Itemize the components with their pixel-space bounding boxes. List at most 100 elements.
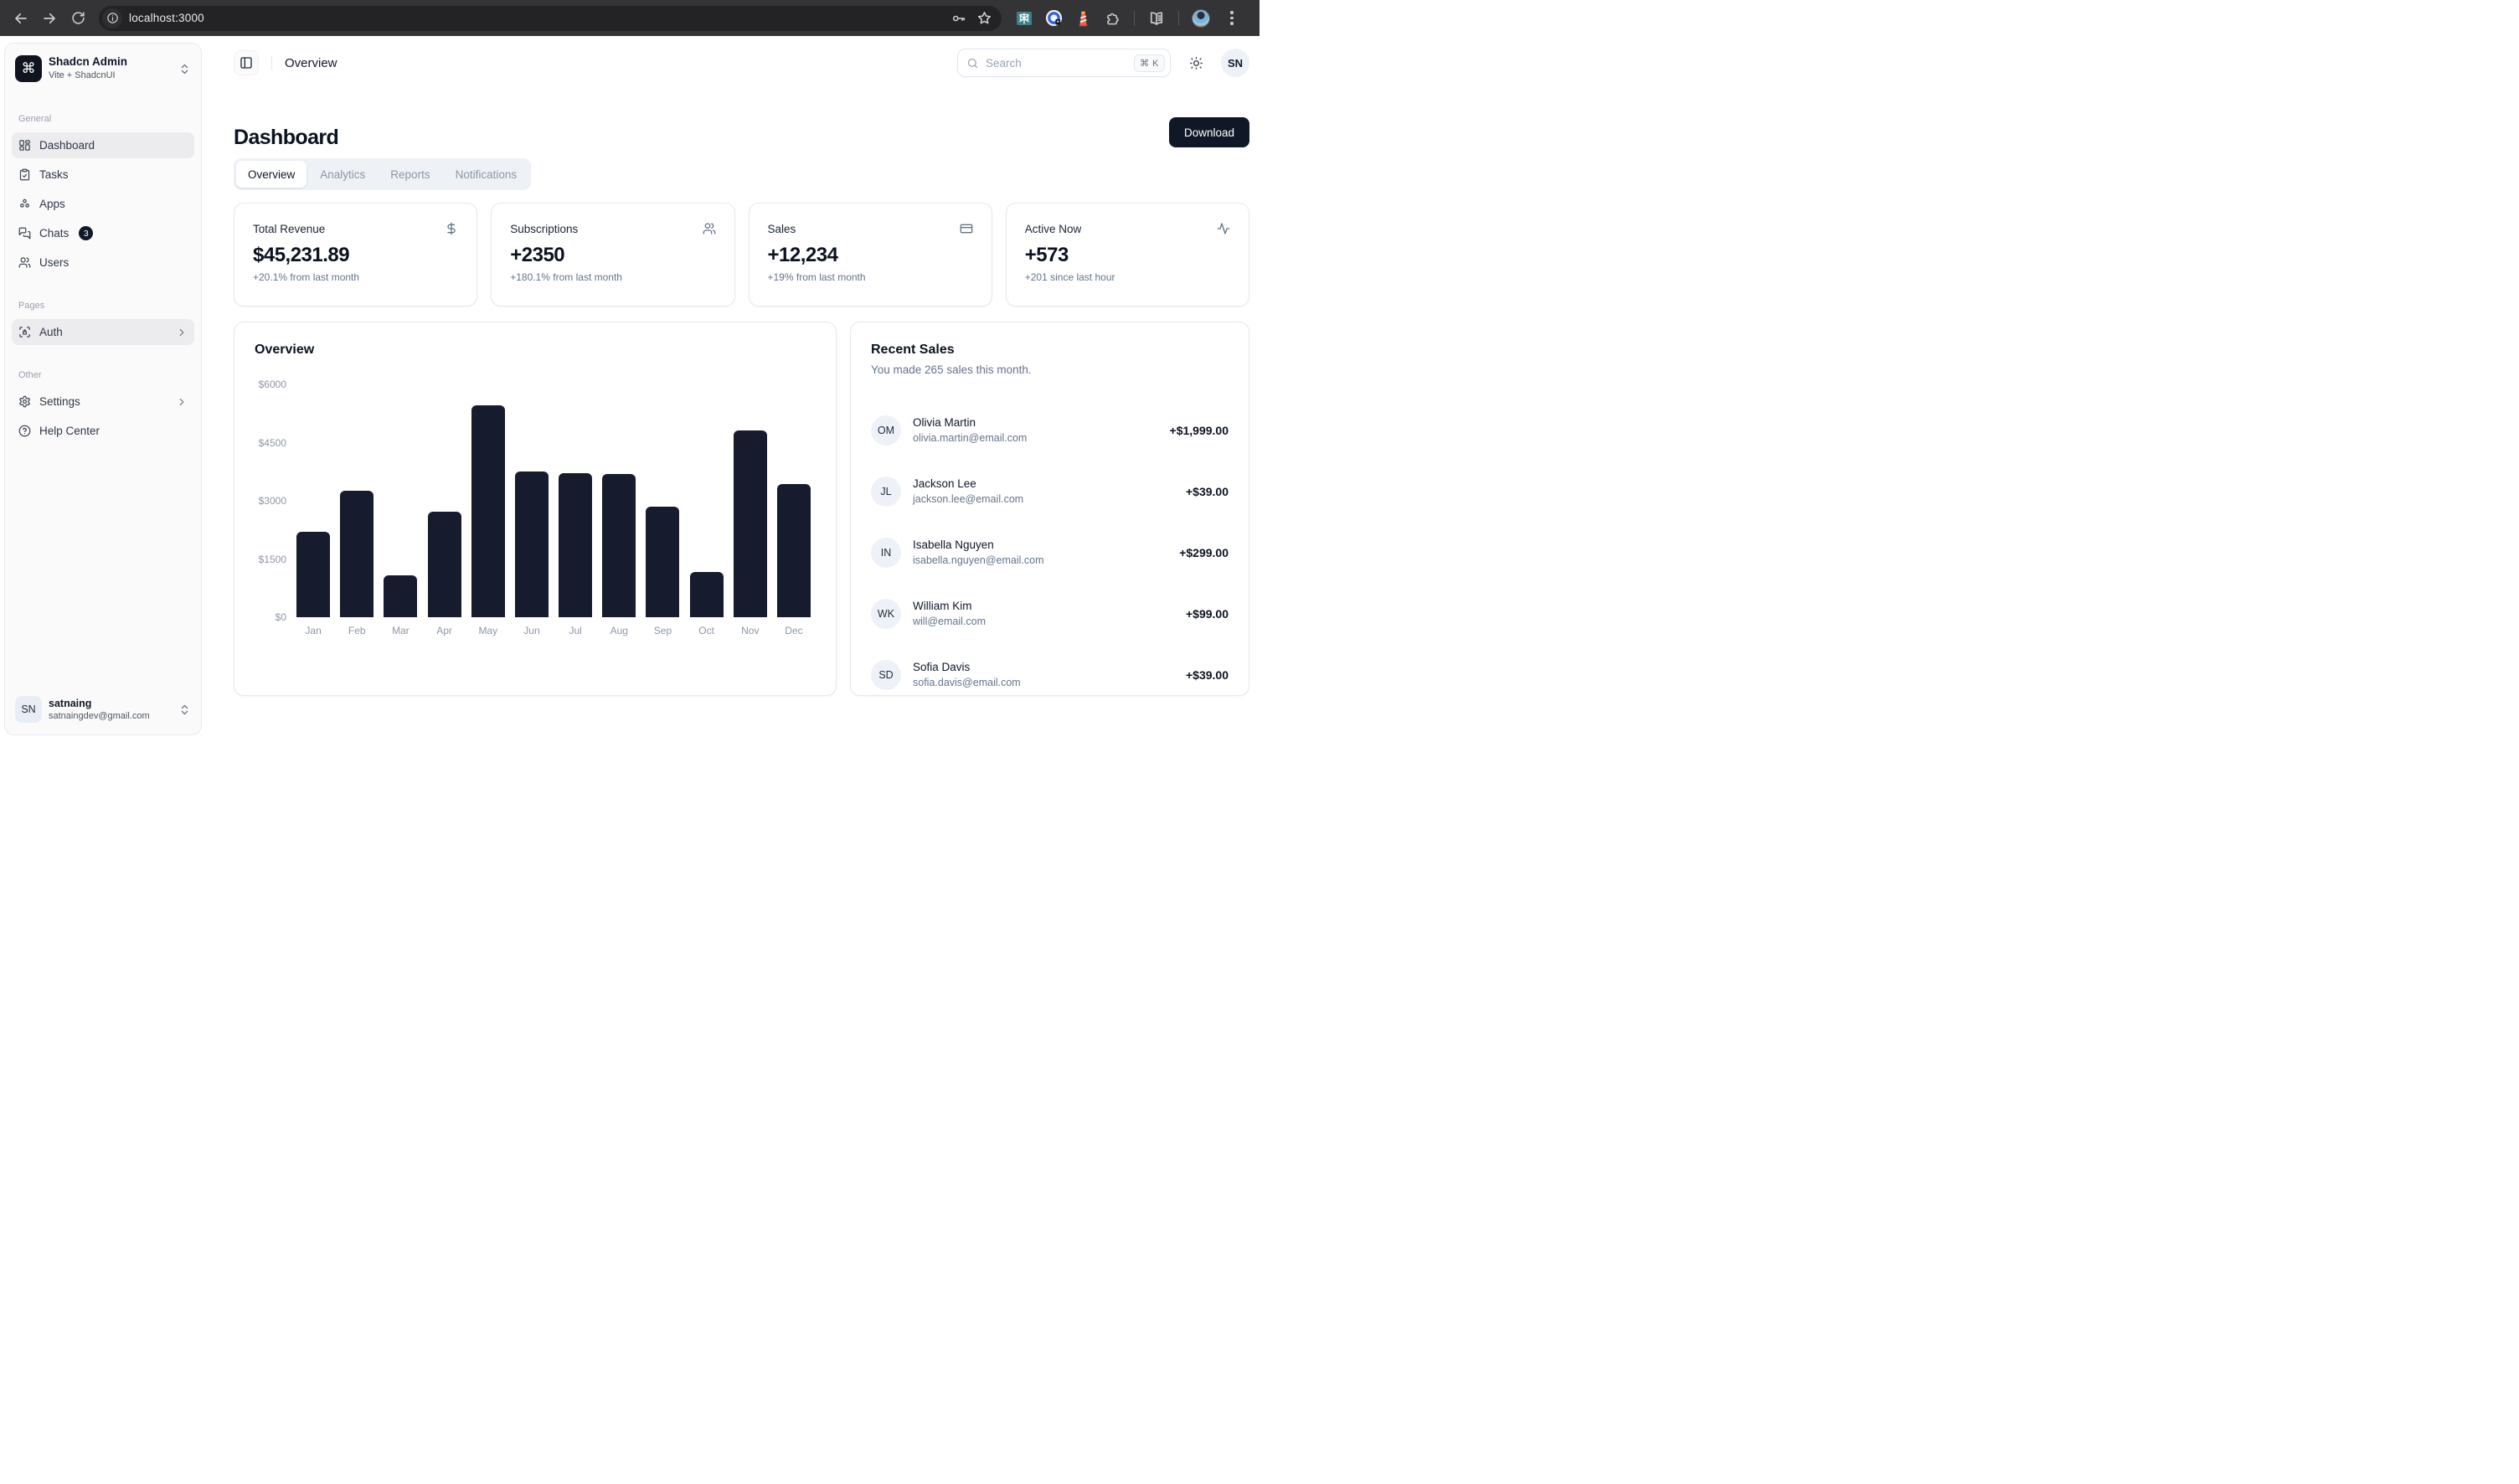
profile-avatar[interactable]: SN [1221, 49, 1249, 77]
dashboard-tabs: Overview Analytics Reports Notifications [234, 158, 531, 190]
lighthouse-extension-icon[interactable] [1072, 8, 1094, 29]
chevrons-up-down-icon [178, 703, 191, 716]
y-tick-label: $3000 [259, 495, 286, 507]
sidebar-item-auth[interactable]: Auth [12, 319, 194, 345]
stat-value: +573 [1025, 244, 1230, 267]
stat-value: +12,234 [768, 244, 973, 267]
team-switcher[interactable]: ⌘ Shadcn Admin Vite + ShadcnUI [12, 50, 194, 87]
tab-notifications[interactable]: Notifications [444, 161, 529, 188]
sidebar-item-help-center[interactable]: Help Center [12, 418, 194, 444]
team-subtitle: Vite + ShadcnUI [49, 70, 127, 81]
sale-row[interactable]: SD Sofia Davis sofia.davis@email.com +$3… [871, 660, 1229, 690]
back-button[interactable] [7, 4, 35, 33]
bar-apr[interactable] [428, 512, 461, 617]
bar-sep[interactable] [646, 507, 679, 618]
download-button[interactable]: Download [1169, 117, 1249, 147]
search-placeholder: Search [986, 57, 1022, 70]
sale-avatar: SD [871, 660, 901, 690]
search-shortcut-kbd: ⌘ K [1134, 54, 1165, 72]
stat-note: +201 since last hour [1025, 271, 1230, 283]
browser-profile-button[interactable] [1190, 8, 1212, 29]
browser-menu-button[interactable] [1219, 8, 1244, 29]
sale-row[interactable]: IN Isabella Nguyen isabella.nguyen@email… [871, 538, 1229, 568]
url-text[interactable]: localhost:3000 [129, 12, 204, 24]
x-tick-label: May [466, 625, 510, 636]
sale-row[interactable]: OM Olivia Martin olivia.martin@email.com… [871, 415, 1229, 446]
teal-extension-icon[interactable] [1013, 8, 1035, 29]
tab-analytics[interactable]: Analytics [308, 161, 377, 188]
theme-toggle-button[interactable] [1183, 50, 1208, 75]
bar-oct[interactable] [690, 572, 724, 617]
sale-row[interactable]: WK William Kim will@email.com +$99.00 [871, 599, 1229, 629]
sidebar-item-label: Chats [39, 227, 69, 240]
x-tick-label: Sep [641, 625, 684, 636]
forward-arrow-icon [42, 11, 57, 26]
sidebar-user-menu[interactable]: SN satnaing satnaingdev@gmail.com [12, 691, 194, 728]
sale-name: William Kim [913, 599, 986, 614]
user-email: satnaingdev@gmail.com [49, 710, 150, 722]
bar-feb[interactable] [340, 491, 373, 618]
recent-sales-subtitle: You made 265 sales this month. [871, 363, 1229, 376]
recent-sales-title: Recent Sales [871, 343, 1229, 358]
sidebar-item-apps[interactable]: Apps [12, 191, 194, 217]
password-manager-extension-icon[interactable] [1043, 8, 1064, 29]
y-tick-label: $6000 [259, 379, 286, 390]
sale-name: Sofia Davis [913, 660, 1021, 675]
stat-note: +20.1% from last month [253, 271, 458, 283]
bar-jul[interactable] [559, 473, 592, 617]
panel-left-icon [240, 56, 253, 70]
sun-icon [1189, 56, 1203, 70]
chevron-right-icon [176, 396, 188, 408]
sidebar-item-dashboard[interactable]: Dashboard [12, 132, 194, 158]
credit-card-icon [960, 222, 973, 235]
clipboard-check-icon [18, 168, 31, 181]
page-title: Dashboard [234, 126, 338, 150]
sale-row[interactable]: JL Jackson Lee jackson.lee@email.com +$3… [871, 477, 1229, 507]
activity-icon [1217, 222, 1230, 235]
team-name: Shadcn Admin [49, 55, 127, 70]
browser-toolbar: localhost:3000 [0, 0, 1260, 36]
reading-list-book-icon[interactable] [1146, 8, 1167, 29]
sale-amount: +$39.00 [1186, 485, 1229, 498]
search-input[interactable]: Search ⌘ K [957, 49, 1171, 77]
sidebar-item-chats[interactable]: Chats 3 [12, 220, 194, 246]
boxes-icon [18, 198, 31, 210]
bookmark-star-icon[interactable] [971, 7, 997, 30]
app-window: ⌘ Shadcn Admin Vite + ShadcnUI General D… [0, 36, 1260, 742]
stat-note: +180.1% from last month [510, 271, 715, 283]
sidebar-item-users[interactable]: Users [12, 250, 194, 276]
reload-icon [71, 11, 85, 25]
sidebar: ⌘ Shadcn Admin Vite + ShadcnUI General D… [4, 43, 202, 735]
bar-jun[interactable] [515, 471, 549, 617]
sale-amount: +$1,999.00 [1170, 424, 1229, 437]
section-label-general: General [18, 114, 188, 124]
bar-aug[interactable] [602, 474, 636, 617]
reload-button[interactable] [64, 4, 92, 33]
site-info-icon[interactable] [102, 8, 122, 28]
search-icon [966, 57, 979, 70]
sale-name: Jackson Lee [913, 477, 1023, 492]
sale-email: will@email.com [913, 615, 986, 629]
stat-card-subscriptions: Subscriptions +2350 +180.1% from last mo… [491, 203, 734, 307]
address-bar[interactable]: localhost:3000 [99, 6, 1002, 31]
password-key-icon[interactable] [946, 7, 971, 30]
sidebar-item-tasks[interactable]: Tasks [12, 162, 194, 188]
bar-nov[interactable] [734, 430, 767, 617]
bar-may[interactable] [471, 405, 505, 617]
sidebar-item-settings[interactable]: Settings [12, 389, 194, 415]
sale-name: Isabella Nguyen [913, 538, 1044, 553]
tab-overview[interactable]: Overview [236, 161, 307, 188]
sidebar-toggle-button[interactable] [234, 50, 259, 75]
sale-amount: +$299.00 [1179, 546, 1229, 559]
sidebar-item-label: Settings [39, 395, 80, 408]
tab-reports[interactable]: Reports [379, 161, 441, 188]
bar-mar[interactable] [384, 575, 417, 617]
recent-sales-card: Recent Sales You made 265 sales this mon… [850, 322, 1249, 696]
x-tick-label: Dec [772, 625, 816, 636]
forward-button[interactable] [35, 4, 64, 33]
extensions-puzzle-icon[interactable] [1101, 8, 1123, 29]
bar-jan[interactable] [296, 532, 330, 617]
y-tick-label: $1500 [259, 554, 286, 565]
stat-note: +19% from last month [768, 271, 973, 283]
bar-dec[interactable] [777, 484, 811, 617]
